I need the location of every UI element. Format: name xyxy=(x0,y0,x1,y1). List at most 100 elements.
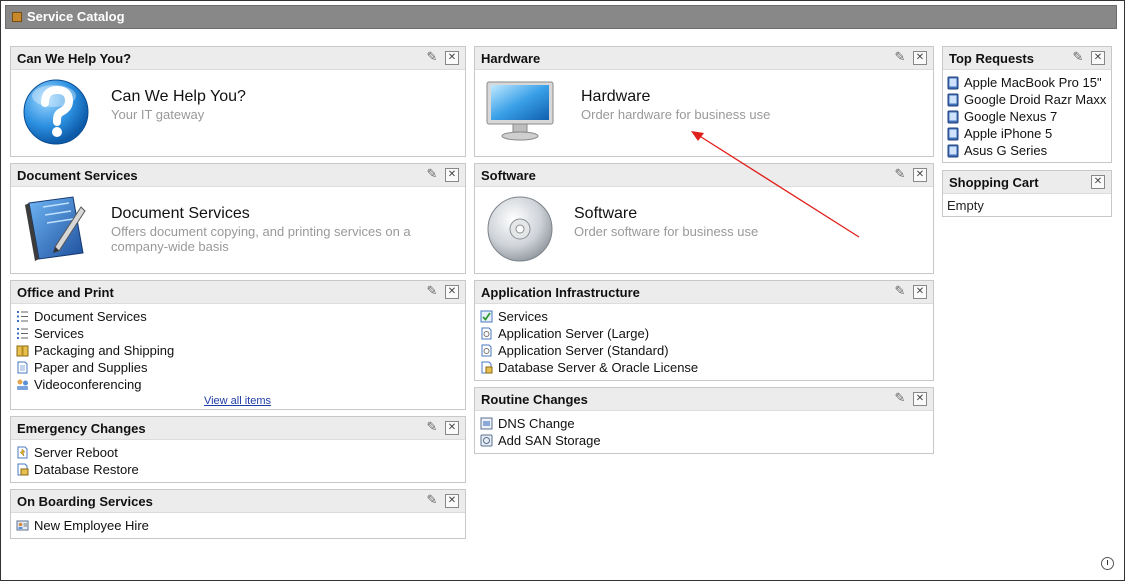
feature-title[interactable]: Hardware xyxy=(581,88,650,106)
server-page-icon xyxy=(481,344,492,357)
list-item[interactable]: Videoconferencing xyxy=(16,376,465,393)
device-icon xyxy=(947,144,959,157)
list-item[interactable]: Server Reboot xyxy=(16,444,465,461)
bullet-list-icon xyxy=(17,311,28,322)
list-item[interactable]: DNS Change xyxy=(480,415,933,432)
close-icon[interactable]: ✕ xyxy=(445,285,459,299)
package-icon xyxy=(16,345,29,357)
pencil-icon[interactable]: ✎ xyxy=(893,285,907,299)
list-item-label: DNS Change xyxy=(498,416,575,431)
list-item[interactable]: Services xyxy=(480,308,933,325)
list-item[interactable]: Database Server & Oracle License xyxy=(480,359,933,376)
feature-subtitle: Order hardware for business use xyxy=(581,107,771,122)
panel-header: On Boarding Services ✎ ✕ xyxy=(11,490,465,513)
panel-title: Application Infrastructure xyxy=(481,285,640,300)
employee-card-icon xyxy=(16,520,29,531)
pencil-icon[interactable]: ✎ xyxy=(425,421,439,435)
list-item[interactable]: Application Server (Standard) xyxy=(480,342,933,359)
list-item-label: Database Server & Oracle License xyxy=(498,360,699,375)
clock-icon[interactable] xyxy=(1101,557,1114,570)
list-item-label: Apple iPhone 5 xyxy=(964,126,1053,141)
list-item-label: New Employee Hire xyxy=(34,518,149,533)
list-item-label: Google Droid Razr Maxx xyxy=(964,92,1107,107)
feature-software[interactable]: Software Order software for business use xyxy=(475,187,933,272)
feature-hardware[interactable]: Hardware Order hardware for business use xyxy=(475,70,933,155)
pencil-icon[interactable]: ✎ xyxy=(893,392,907,406)
database-page-icon xyxy=(481,361,493,374)
list-item[interactable]: Application Server (Large) xyxy=(480,325,933,342)
list-item[interactable]: Asus G Series xyxy=(947,142,1111,159)
list-item[interactable]: Apple iPhone 5 xyxy=(947,125,1111,142)
pencil-icon[interactable]: ✎ xyxy=(425,494,439,508)
panel-header: Application Infrastructure ✎ ✕ xyxy=(475,281,933,304)
panel-header: Office and Print ✎ ✕ xyxy=(11,281,465,304)
panel-header: Can We Help You? ✎ ✕ xyxy=(11,47,465,70)
panel-hardware: Hardware ✎ ✕ Hardware Order hardware for… xyxy=(474,46,934,157)
close-icon[interactable]: ✕ xyxy=(913,392,927,406)
close-icon[interactable]: ✕ xyxy=(445,168,459,182)
list-item[interactable]: Paper and Supplies xyxy=(16,359,465,376)
panel-can-we-help: Can We Help You? ✎ ✕ Can We Help You? Yo… xyxy=(10,46,466,157)
panel-header: Document Services ✎ ✕ xyxy=(11,164,465,187)
close-icon[interactable]: ✕ xyxy=(913,168,927,182)
close-icon[interactable]: ✕ xyxy=(445,421,459,435)
item-list: Server Reboot Database Restore xyxy=(11,440,465,478)
item-list: Services Application Server (Large) Appl… xyxy=(475,304,933,376)
item-list: DNS Change Add SAN Storage xyxy=(475,411,933,449)
close-icon[interactable]: ✕ xyxy=(445,51,459,65)
list-item[interactable]: Google Nexus 7 xyxy=(947,108,1111,125)
panel-title: Software xyxy=(481,168,536,183)
list-item-label: Packaging and Shipping xyxy=(34,343,175,358)
list-item-label: Services xyxy=(34,326,84,341)
close-icon[interactable]: ✕ xyxy=(913,51,927,65)
pencil-icon[interactable]: ✎ xyxy=(425,285,439,299)
feature-title[interactable]: Document Services xyxy=(111,205,250,223)
device-icon xyxy=(947,110,959,123)
list-item-label: Google Nexus 7 xyxy=(964,109,1058,124)
close-icon[interactable]: ✕ xyxy=(913,285,927,299)
feature-can-we-help[interactable]: Can We Help You? Your IT gateway xyxy=(11,70,465,155)
feature-title[interactable]: Can We Help You? xyxy=(111,88,246,106)
panel-emergency-changes: Emergency Changes ✎ ✕ Server Reboot Data… xyxy=(10,416,466,483)
list-item-label: Videoconferencing xyxy=(34,377,142,392)
panel-title: Shopping Cart xyxy=(949,175,1039,190)
panel-application-infrastructure: Application Infrastructure ✎ ✕ Services … xyxy=(474,280,934,381)
view-all-items-link[interactable]: View all items xyxy=(16,395,465,407)
list-item-label: Database Restore xyxy=(34,462,139,477)
list-item[interactable]: Database Restore xyxy=(16,461,465,478)
panel-software: Software ✎ ✕ Software Order software for… xyxy=(474,163,934,274)
list-item[interactable]: Services xyxy=(16,325,465,342)
database-restore-icon xyxy=(17,463,29,476)
feature-title[interactable]: Software xyxy=(574,205,637,223)
services-check-icon xyxy=(480,310,493,323)
list-item[interactable]: Add SAN Storage xyxy=(480,432,933,449)
close-icon[interactable]: ✕ xyxy=(1091,175,1105,189)
item-list: Document Services Services Packaging and… xyxy=(11,304,465,407)
feature-subtitle: Offers document copying, and printing se… xyxy=(111,224,411,254)
list-item-label: Apple MacBook Pro 15" xyxy=(964,75,1102,90)
close-icon[interactable]: ✕ xyxy=(1091,51,1105,65)
panel-top-requests: Top Requests ✎ ✕ Apple MacBook Pro 15" G… xyxy=(942,46,1112,163)
list-item[interactable]: Packaging and Shipping xyxy=(16,342,465,359)
pencil-icon[interactable]: ✎ xyxy=(425,168,439,182)
panel-document-services: Document Services ✎ ✕ Document Services xyxy=(10,163,466,274)
item-list: New Employee Hire xyxy=(11,513,465,534)
pencil-icon[interactable]: ✎ xyxy=(893,168,907,182)
panel-shopping-cart: Shopping Cart ✕ Empty xyxy=(942,170,1112,217)
pencil-icon[interactable]: ✎ xyxy=(1071,51,1085,65)
list-item[interactable]: Apple MacBook Pro 15" xyxy=(947,74,1111,91)
panel-on-boarding-services: On Boarding Services ✎ ✕ New Employee Hi… xyxy=(10,489,466,539)
panel-title: Emergency Changes xyxy=(17,421,146,436)
pencil-icon[interactable]: ✎ xyxy=(425,51,439,65)
panel-title: Hardware xyxy=(481,51,541,66)
list-item[interactable]: New Employee Hire xyxy=(16,517,465,534)
feature-document-services[interactable]: Document Services Offers document copyin… xyxy=(11,187,465,272)
panel-title: Document Services xyxy=(17,168,138,183)
close-icon[interactable]: ✕ xyxy=(445,494,459,508)
bullet-list-icon xyxy=(17,328,28,339)
panel-routine-changes: Routine Changes ✎ ✕ DNS Change Add SAN S… xyxy=(474,387,934,454)
list-item[interactable]: Document Services xyxy=(16,308,465,325)
paper-icon xyxy=(17,361,28,374)
pencil-icon[interactable]: ✎ xyxy=(893,51,907,65)
list-item[interactable]: Google Droid Razr Maxx xyxy=(947,91,1111,108)
